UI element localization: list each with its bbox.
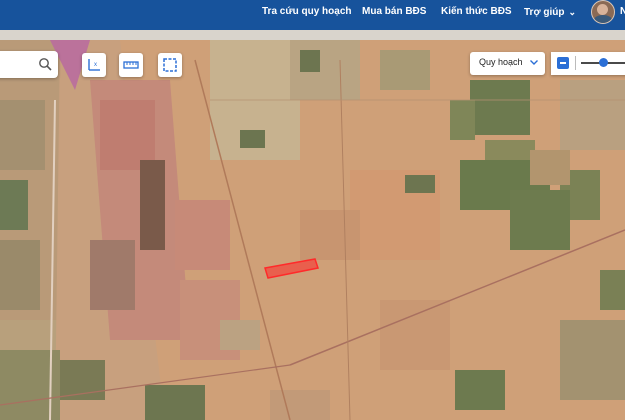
select-area-icon xyxy=(163,58,177,72)
avatar-body xyxy=(594,15,612,23)
coordinate-axis-button[interactable]: x xyxy=(82,53,106,77)
opacity-slider-handle[interactable] xyxy=(599,58,608,67)
ruler-icon xyxy=(123,61,139,69)
opacity-slider-panel xyxy=(551,52,625,75)
nav-menu-tro-giup[interactable]: Trợ giúp ⌄ xyxy=(524,0,576,24)
avatar[interactable] xyxy=(591,0,615,24)
chevron-down-icon xyxy=(530,60,538,65)
map-imagery xyxy=(0,40,625,420)
search-icon[interactable] xyxy=(38,57,52,71)
satellite-map[interactable] xyxy=(0,40,625,420)
axis-icon: x xyxy=(88,59,100,71)
select-area-button[interactable] xyxy=(158,53,182,77)
divider xyxy=(575,56,576,70)
chevron-down-icon: ⌄ xyxy=(568,7,576,17)
nav-link-mua-ban-bds[interactable]: Mua bán BĐS xyxy=(362,0,426,24)
search-input[interactable] xyxy=(0,51,58,78)
measure-distance-button[interactable] xyxy=(119,53,143,77)
svg-text:x: x xyxy=(94,62,97,68)
sub-header-bar xyxy=(0,30,625,40)
layer-select-value: Quy hoạch xyxy=(479,57,523,67)
decrease-opacity-button[interactable] xyxy=(557,57,569,69)
nav-menu-tro-giup-label: Trợ giúp xyxy=(524,7,565,18)
avatar-face xyxy=(597,4,608,15)
top-navbar: Tra cứu quy hoạch Mua bán BĐS Kiến thức … xyxy=(0,0,625,30)
user-name[interactable]: N xyxy=(620,0,625,24)
nav-link-tra-cuu-quy-hoach[interactable]: Tra cứu quy hoạch xyxy=(262,0,351,24)
nav-link-kien-thuc-bds[interactable]: Kiến thức BĐS xyxy=(441,0,512,24)
layer-select[interactable]: Quy hoạch xyxy=(470,52,545,75)
